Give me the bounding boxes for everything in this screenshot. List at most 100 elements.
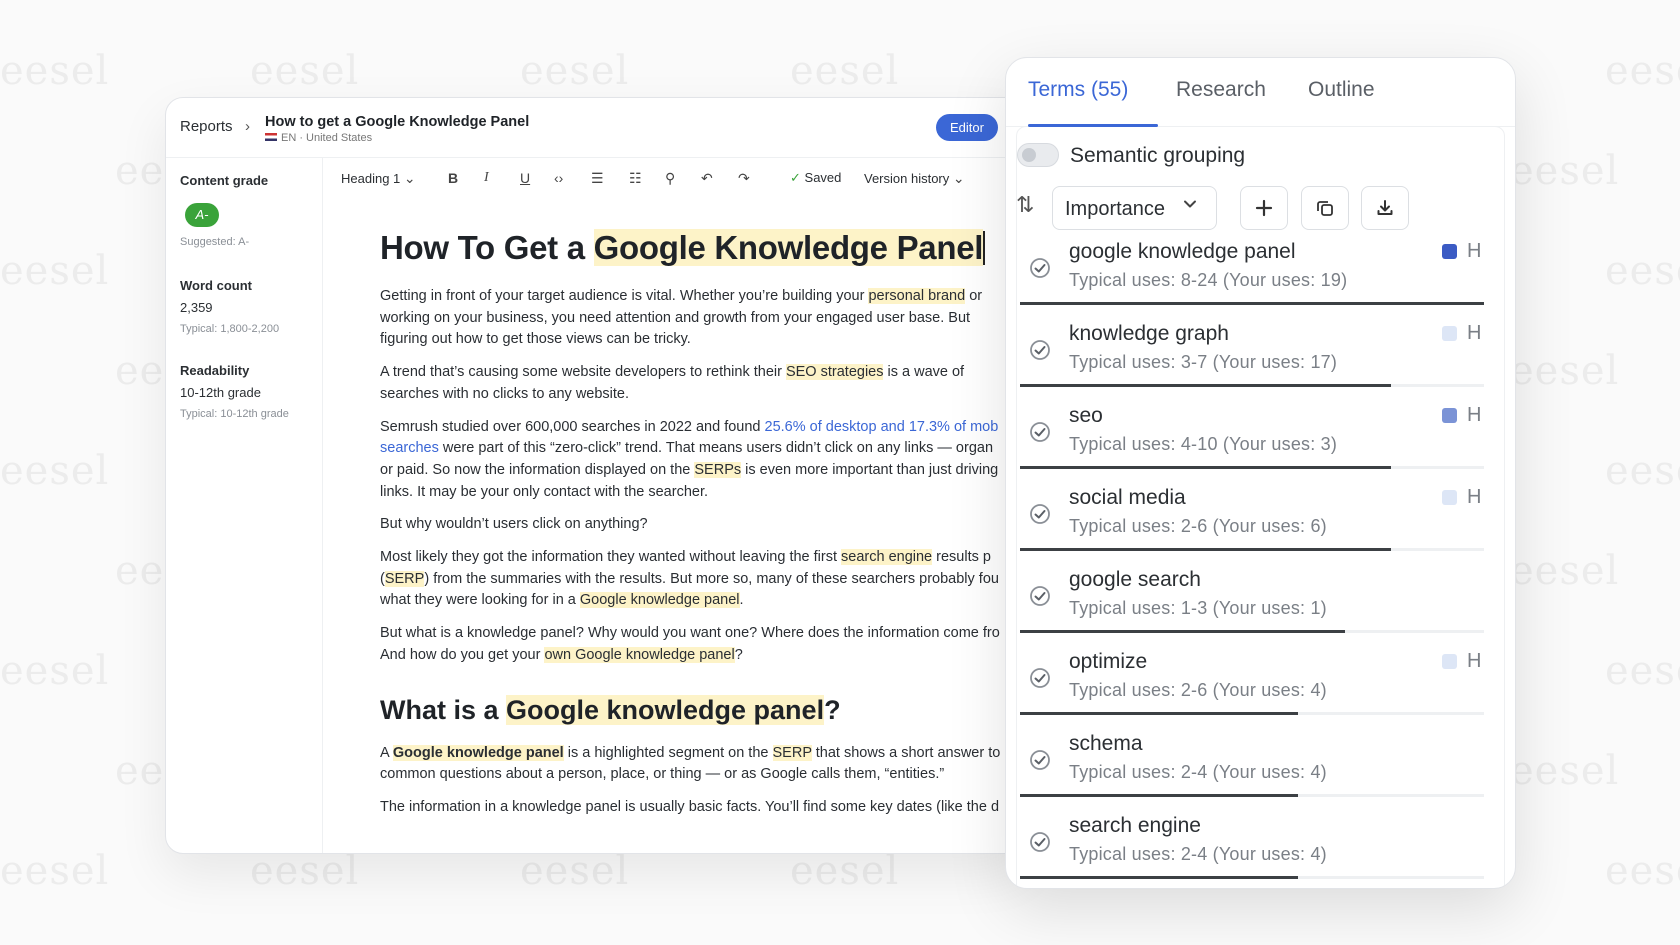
paragraph: A Google knowledge panel is a highlighte…: [380, 743, 1024, 786]
heading-marker: H: [1467, 322, 1482, 344]
article-link[interactable]: searches: [380, 440, 439, 456]
editor-header: Reports › How to get a Google Knowledge …: [166, 98, 1024, 158]
usage-progress-bar: [1020, 548, 1392, 551]
text: Most likely they got the information the…: [380, 549, 842, 566]
usage-progress-track: [1020, 384, 1484, 387]
watermark-text: eesel: [1605, 648, 1680, 694]
term-row[interactable]: google search Typical uses: 1-3 (Your use…: [1016, 564, 1492, 646]
text: is even more important than just driving: [741, 461, 999, 478]
block-style-label: Heading 1: [341, 171, 401, 186]
text: But what is a knowledge panel? Why would…: [380, 625, 1000, 642]
text: ?: [734, 646, 743, 663]
active-tab-indicator: [1028, 124, 1158, 127]
check-circle-icon: [1030, 668, 1050, 688]
readability-label: Readability: [180, 363, 250, 378]
undo-icon[interactable]: ↶: [701, 170, 713, 186]
heading-usage-square: [1442, 408, 1457, 423]
watermark-text: eesel: [520, 848, 630, 894]
bullet-list-icon[interactable]: ☰: [591, 170, 604, 186]
paragraph: Most likely they got the information the…: [380, 547, 1024, 612]
editor-mode-button[interactable]: Editor: [936, 114, 998, 141]
text: is a wave of: [883, 364, 965, 381]
watermark-text: eesel: [0, 448, 110, 494]
semantic-grouping-toggle[interactable]: [1017, 143, 1059, 167]
block-style-select[interactable]: Heading 1 ⌄: [341, 170, 416, 187]
breadcrumb-reports[interactable]: Reports: [180, 118, 233, 135]
add-term-button[interactable]: [1240, 186, 1288, 230]
term-highlight: Google knowledge panel: [579, 592, 740, 609]
term-usage: Typical uses: 2-4 (Your uses: 4): [1069, 762, 1327, 782]
underline-icon[interactable]: U: [520, 170, 530, 186]
paragraph: But what is a knowledge panel? Why would…: [380, 623, 1024, 666]
watermark-text: eesel: [1605, 248, 1680, 294]
article-link[interactable]: 25.6% of desktop and 17.3% of mob: [765, 419, 999, 435]
term-usage: Typical uses: 3-7 (Your uses: 17): [1069, 352, 1338, 372]
text: What is a: [380, 694, 507, 725]
term-name: google knowledge panel: [1069, 240, 1296, 263]
code-icon[interactable]: ‹›: [554, 170, 563, 186]
chevron-down-icon: ⌄: [403, 170, 416, 186]
word-count-value: 2,359: [180, 300, 213, 315]
saved-status: ✓ Saved: [790, 170, 841, 186]
term-row[interactable]: social media Typical uses: 2-6 (Your uses…: [1016, 482, 1492, 564]
sort-select-value: Importance: [1065, 198, 1166, 220]
heading-marker: H: [1467, 240, 1482, 262]
term-name: social media: [1069, 486, 1186, 509]
sort-icon[interactable]: ⇅: [1016, 192, 1034, 218]
copy-terms-button[interactable]: [1301, 186, 1349, 230]
version-history-label: Version history: [864, 171, 950, 186]
watermark-text: eesel: [0, 648, 110, 694]
usage-progress-track: [1020, 630, 1484, 633]
term-row[interactable]: knowledge graph Typical uses: 3-7 (Your u…: [1016, 318, 1492, 400]
grade-badge: A-: [185, 203, 219, 227]
metrics-sidebar: Content grade A- Suggested: A- Word coun…: [166, 158, 323, 853]
numbered-list-icon[interactable]: ☷: [629, 170, 642, 186]
text: is a highlighted segment on the: [563, 744, 773, 761]
format-toolbar: Heading 1 ⌄ B I U ‹› ☰ ☷ ⚲ ↶ ↷ ✓ Saved V…: [324, 158, 1024, 198]
usage-progress-track: [1020, 302, 1484, 305]
text: Semrush studied over 600,000 searches in…: [380, 418, 765, 435]
italic-icon[interactable]: I: [484, 170, 489, 186]
heading-usage-square: [1442, 490, 1457, 505]
term-row[interactable]: google knowledge panel Typical uses: 8-24…: [1016, 236, 1492, 318]
watermark-text: eesel: [790, 848, 900, 894]
bold-icon[interactable]: B: [448, 170, 458, 186]
suggested-grade: Suggested: A-: [180, 236, 250, 248]
watermark-text: eesel: [0, 248, 110, 294]
content-grade-label: Content grade: [180, 173, 269, 188]
term-row[interactable]: seo Typical uses: 4-10 (Your uses: 3) H: [1016, 400, 1492, 482]
usage-progress-track: [1020, 794, 1484, 797]
term-row[interactable]: schema Typical uses: 2-4 (Your uses: 4): [1016, 728, 1492, 810]
paragraph: Getting in front of your target audience…: [380, 286, 1024, 351]
link-icon[interactable]: ⚲: [665, 170, 675, 186]
toggle-knob: [1022, 148, 1036, 162]
editor-window: Reports › How to get a Google Knowledge …: [165, 97, 1025, 854]
version-history-button[interactable]: Version history ⌄: [864, 170, 965, 187]
chevron-down-icon: [1182, 196, 1198, 217]
sort-select[interactable]: Importance: [1052, 186, 1217, 230]
term-highlight: Google knowledge panel: [506, 694, 825, 725]
term-usage: Typical uses: 1-3 (Your uses: 1): [1069, 598, 1327, 618]
text: results p: [932, 549, 991, 566]
term-usage: Typical uses: 2-4 (Your uses: 4): [1069, 844, 1327, 864]
text: common questions about a person, place, …: [380, 766, 945, 783]
heading-usage-square: [1442, 326, 1457, 341]
watermark-text: eesel: [790, 48, 900, 94]
term-highlight: search engine: [841, 549, 933, 566]
article-content[interactable]: How To Get a Google Knowledge Panel Gett…: [380, 228, 1024, 830]
text-caret: [983, 231, 986, 265]
term-list: google knowledge panel Typical uses: 8-24…: [1016, 236, 1492, 888]
check-circle-icon: [1030, 750, 1050, 770]
download-terms-button[interactable]: [1361, 186, 1409, 230]
term-row[interactable]: search engine Typical uses: 2-4 (Your use…: [1016, 810, 1492, 888]
term-row[interactable]: optimize Typical uses: 2-6 (Your uses: 4)…: [1016, 646, 1492, 728]
watermark-text: eesel: [1510, 548, 1620, 594]
tab-terms[interactable]: Terms (55): [1028, 78, 1128, 102]
paragraph: A trend that’s causing some website deve…: [380, 362, 1024, 405]
chevron-right-icon: ›: [245, 118, 250, 135]
heading-usage-square: [1442, 244, 1457, 259]
redo-icon[interactable]: ↷: [738, 170, 750, 186]
tab-outline[interactable]: Outline: [1308, 78, 1375, 102]
tab-research[interactable]: Research: [1176, 78, 1266, 102]
paragraph: The information in a knowledge panel is …: [380, 798, 1000, 815]
